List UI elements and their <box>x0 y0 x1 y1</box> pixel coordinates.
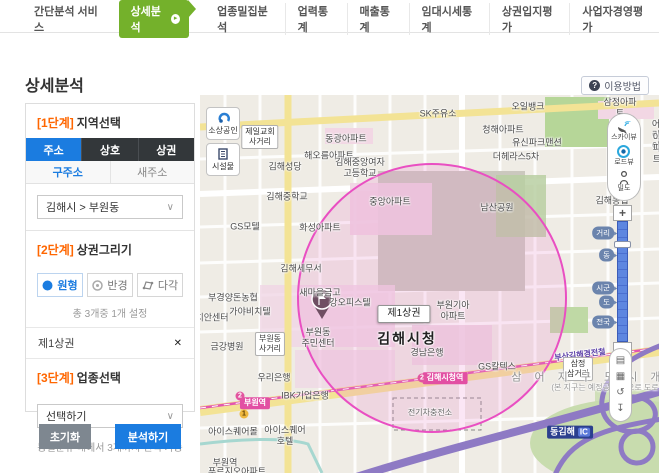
undo-icon[interactable]: ↺ <box>616 388 624 398</box>
step3-header: [3단계]업종선택 <box>26 359 194 393</box>
step1-tabs: 주소 상호 상권 <box>26 138 194 161</box>
help-button-label: 이용방법 <box>604 78 641 93</box>
skyview-button[interactable]: 스카이뷰 <box>611 121 637 142</box>
tool-polygon-label: 다각 <box>158 277 178 293</box>
arrow-circle-icon: ▸ <box>171 14 180 24</box>
step3-title: 업종선택 <box>77 371 121 385</box>
analyze-button[interactable]: 분석하기 <box>115 424 181 449</box>
nav-tab-business-age-stats[interactable]: 업력통계 <box>285 3 347 35</box>
area-item-label: 제1상권 <box>38 335 74 351</box>
nav-tab-industry-density[interactable]: 업종밀집분석 <box>205 3 284 35</box>
subtab-old-address[interactable]: 구주소 <box>26 161 110 183</box>
trade-area-circle[interactable] <box>298 164 566 432</box>
zoom-slider-track[interactable] <box>617 221 628 342</box>
step1-header: [1단계]지역선택 <box>26 104 194 138</box>
step3-badge: [3단계] <box>37 371 74 385</box>
roadview-button[interactable]: 로드뷰 <box>614 145 633 167</box>
reset-button[interactable]: 초기화 <box>39 424 91 449</box>
nav-tab-detail-analysis-active[interactable]: 상세분석 ▸ <box>119 0 189 38</box>
step1-badge: [1단계] <box>37 116 74 130</box>
step1-title: 지역선택 <box>77 116 121 130</box>
map-tools: ▤ ▦ ↺ ↧ <box>609 348 632 422</box>
download-icon[interactable]: ↧ <box>616 404 624 414</box>
zoom-in-button[interactable]: + <box>613 205 632 221</box>
nav-tab-simple-analysis[interactable]: 간단분석 서비스 <box>22 3 113 35</box>
map-view-controls: 스카이뷰 로드뷰 밀도 <box>607 113 641 201</box>
nav-tab-business-rating[interactable]: 사업자경영평가 <box>569 3 659 35</box>
draw-tools: 원형 반경 다각 <box>37 273 183 297</box>
layer-button-facilities-label: 시설물 <box>212 161 234 172</box>
map-area[interactable]: 제일교회 사거리동광아파트해오름아파트김해중앙여자 고등학교김해성당김해중학교오… <box>200 95 659 473</box>
chevron-down-icon: ∨ <box>167 411 174 422</box>
tool-circle-button[interactable]: 원형 <box>37 273 83 297</box>
zoom-level-tag[interactable]: 전국 <box>592 316 614 329</box>
layer-button-facilities[interactable]: 시설물 <box>206 143 240 176</box>
area-count-text: 총 3개중 1개 설정 <box>26 305 194 320</box>
question-icon: ? <box>589 80 600 91</box>
map-canvas <box>200 95 659 473</box>
step2-title: 상권그리기 <box>77 243 132 257</box>
tool-polygon-button[interactable]: 다각 <box>137 273 183 297</box>
action-buttons: 초기화 분석하기 <box>25 424 195 449</box>
area-item-row: 제1상권 ✕ <box>26 327 194 359</box>
circle-icon <box>42 280 53 291</box>
density-button[interactable]: 밀도 <box>618 171 631 193</box>
zoom-level-tag[interactable]: 동 <box>599 249 614 262</box>
building-icon <box>217 148 229 160</box>
nav-active-label: 상세분석 <box>130 3 167 35</box>
skyview-label: 스카이뷰 <box>611 133 637 142</box>
nav-tab-location-rating[interactable]: 상권입지평가 <box>489 3 569 35</box>
help-button[interactable]: ? 이용방법 <box>581 76 649 95</box>
polygon-icon <box>142 280 154 291</box>
tab-address[interactable]: 주소 <box>26 138 81 161</box>
zoom-slider-handle[interactable] <box>614 241 631 248</box>
zoom-level-tag[interactable]: 거리 <box>592 227 614 240</box>
step1-subtabs: 구주소 새주소 <box>26 161 194 184</box>
chevron-down-icon: ∨ <box>167 202 174 213</box>
tool-radius-button[interactable]: 반경 <box>87 273 133 297</box>
tab-store-name[interactable]: 상호 <box>81 138 137 161</box>
nav-tab-sales-stats[interactable]: 매출통계 <box>347 3 409 35</box>
roadview-icon <box>617 145 630 158</box>
nav-tab-rent-stats[interactable]: 임대시세통계 <box>409 3 489 35</box>
region-select[interactable]: 김해시 > 부원동 ∨ <box>37 195 183 219</box>
industry-select-value: 선택하기 <box>46 408 86 424</box>
subtab-new-address[interactable]: 새주소 <box>110 161 195 183</box>
cadastral-map-icon[interactable]: ▦ <box>616 372 625 382</box>
zoom-level-tag[interactable]: 도 <box>599 296 614 309</box>
tool-circle-label: 원형 <box>57 277 77 293</box>
region-select-value: 김해시 > 부원동 <box>46 199 119 215</box>
remove-area-icon[interactable]: ✕ <box>174 338 182 349</box>
step2-header: [2단계]상권그리기 <box>26 231 194 265</box>
smallbiz-logo-icon <box>217 111 230 124</box>
person-icon <box>619 171 629 184</box>
page-title: 상세분석 <box>25 72 84 96</box>
analysis-panel: [1단계]지역선택 주소 상호 상권 구주소 새주소 김해시 > 부원동 ∨ [… <box>25 103 195 412</box>
satellite-dish-icon <box>616 121 631 133</box>
radius-icon <box>92 280 103 291</box>
layer-button-smallbiz[interactable]: 소상공인 <box>206 107 240 140</box>
roadview-label: 로드뷰 <box>614 158 633 167</box>
zoom-level-tag[interactable]: 시군 <box>592 282 614 295</box>
step2-badge: [2단계] <box>37 243 74 257</box>
density-label: 밀도 <box>618 184 631 193</box>
top-navigation: 간단분석 서비스 상세분석 ▸ 업종밀집분석 업력통계 매출통계 임대시세통계 … <box>0 6 659 33</box>
tool-radius-label: 반경 <box>107 277 127 293</box>
layer-button-smallbiz-label: 소상공인 <box>208 125 237 136</box>
tab-trade-area[interactable]: 상권 <box>138 138 194 161</box>
measure-icon[interactable]: ▤ <box>616 356 625 366</box>
